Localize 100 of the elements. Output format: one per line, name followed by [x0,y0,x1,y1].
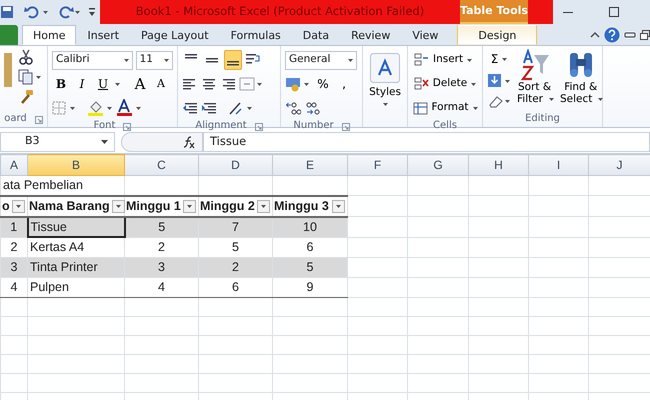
filter-dropdown-button[interactable] [112,200,125,213]
merge-cells-icon[interactable] [239,76,263,92]
table-cell[interactable]: Pulpen [28,277,124,297]
column-heading[interactable]: Minggu 2 [198,196,272,216]
table-cell[interactable]: 3 [124,258,198,278]
ribbon-tab[interactable]: Review [340,25,402,45]
help-icon[interactable] [604,27,620,43]
ribbon-tab[interactable]: Home [22,25,76,45]
filter-dropdown-button[interactable] [12,200,25,213]
table-cell[interactable]: Tissue [28,216,124,238]
column-header[interactable]: G [408,154,468,176]
format-painter-icon[interactable] [18,89,34,105]
align-button[interactable] [224,50,242,70]
autosum-button[interactable]: Σ [487,49,511,69]
styles-button[interactable]: Styles [367,53,403,106]
column-heading[interactable]: o [0,196,28,216]
decrease-decimal-icon[interactable] [304,100,320,116]
dialog-launcher-icon[interactable] [123,122,132,130]
fill-color-icon[interactable] [87,99,113,117]
column-header[interactable]: D [198,154,272,176]
column-header[interactable]: H [468,154,528,176]
name-box[interactable]: B3 [0,132,115,152]
table-cell[interactable]: 9 [272,277,348,297]
dropdown-icon[interactable] [164,58,169,62]
table-cell[interactable]: 4 [0,277,28,297]
column-header[interactable]: J [588,154,650,176]
insert-cells-icon [414,53,429,67]
group-label: Editing [525,112,560,126]
filter-dropdown-button[interactable] [332,200,345,213]
table-cell[interactable]: 6 [198,277,272,297]
dropdown-icon[interactable] [115,82,120,86]
column-header[interactable]: F [348,154,408,176]
column-heading[interactable]: Nama Barang [28,196,124,216]
dropdown-icon [467,58,472,62]
align-center-icon[interactable] [201,76,217,92]
column-header[interactable]: C [124,154,198,176]
decrease-indent-icon[interactable] [182,100,198,116]
ribbon-tab[interactable]: Page Layout [130,25,220,45]
collapse-ribbon-icon[interactable] [590,30,600,40]
styles-icon [370,53,400,83]
table-cell[interactable]: ata Pembelian [0,176,124,196]
function-icon[interactable] [182,134,196,148]
sort-filter-button[interactable]: Sort & Filter [515,49,554,112]
cut-icon[interactable] [18,49,34,65]
ribbon-tab[interactable]: Design [457,25,538,45]
dialog-launcher-icon[interactable] [254,122,263,130]
table-cell[interactable]: Tinta Printer [28,258,124,278]
undo-icon[interactable] [24,5,50,19]
column-heading[interactable]: Minggu 1 [124,196,198,216]
ribbon-tab[interactable]: View [401,25,450,45]
column-header[interactable]: A [0,154,28,176]
customize-menu-icon[interactable] [88,6,96,18]
grow-font-button[interactable]: A [131,74,149,94]
number-format-field[interactable]: General [285,50,357,70]
dropdown-icon[interactable] [348,58,353,62]
align-right-icon[interactable] [220,76,236,92]
increase-indent-icon[interactable] [201,100,217,116]
italic-button[interactable]: I [73,74,91,94]
table-cell[interactable]: 3 [0,258,28,278]
orientation-icon[interactable] [228,100,254,116]
minimize-icon[interactable] [624,30,636,40]
restore-icon[interactable] [640,30,650,40]
find-select-button[interactable]: Find & Select [558,49,604,112]
table-cell[interactable]: 1 [0,216,28,238]
bold-button[interactable]: B [52,74,70,94]
font-size-field[interactable]: 11 [136,50,173,70]
percent-button[interactable]: % [314,74,332,94]
column-header[interactable]: I [528,154,588,176]
table-cell[interactable]: 5 [272,258,348,278]
column-header[interactable]: E [272,154,348,176]
comma-button[interactable]: , [335,74,353,94]
column-heading[interactable]: Minggu 3 [272,196,348,216]
copy-icon[interactable] [18,69,42,85]
increase-decimal-icon[interactable] [285,100,301,116]
borders-icon[interactable] [52,100,76,116]
currency-icon[interactable] [285,76,311,92]
underline-button[interactable]: U [94,74,112,94]
ribbon-tab[interactable]: Insert [76,25,130,45]
fill-icon[interactable] [487,73,511,89]
align-left-icon[interactable] [182,76,198,92]
font-color-icon[interactable] [116,99,142,117]
table-cell[interactable]: 4 [124,277,198,297]
dialog-launcher-icon[interactable] [342,122,350,130]
ribbon-tab[interactable]: Formulas [220,25,292,45]
formula-input[interactable]: Tissue [203,132,650,152]
cells-button[interactable]: Delete [412,74,478,94]
filter-dropdown-button[interactable] [183,200,196,213]
dropdown-icon[interactable] [124,58,129,62]
maximize-icon[interactable] [608,6,620,18]
font-name-field[interactable]: Calibri [52,50,133,70]
save-icon[interactable] [0,5,14,19]
table-cell[interactable]: 2 [198,258,272,278]
shrink-font-button[interactable]: A [152,74,170,94]
cells-button[interactable]: Insert [412,50,474,70]
dialog-launcher-icon[interactable] [34,116,43,124]
column-header[interactable]: B [28,154,124,176]
ribbon-tab[interactable]: Data [292,25,340,45]
filter-dropdown-button[interactable] [257,200,270,213]
dropdown-icon [16,204,21,208]
cells-button[interactable]: Format [412,98,478,118]
